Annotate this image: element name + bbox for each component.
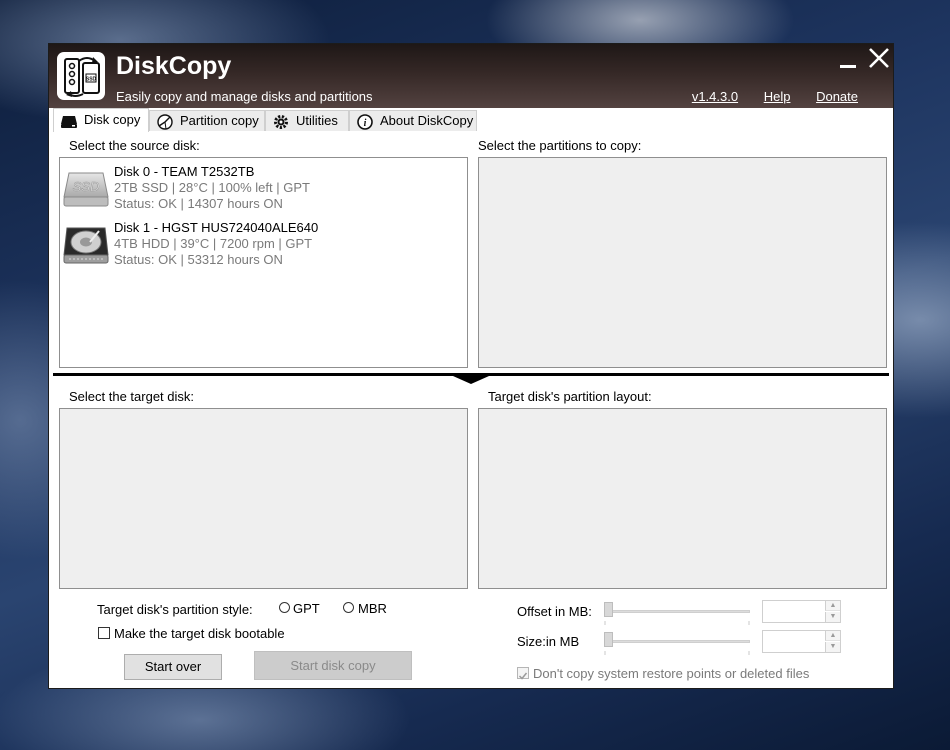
size-slider-thumb[interactable] <box>604 632 613 647</box>
app-logo-icon: SSD <box>57 52 105 100</box>
offset-label: Offset in MB: <box>517 604 592 619</box>
help-link[interactable]: Help <box>764 89 791 104</box>
checkmark-icon <box>518 672 528 680</box>
partition-icon <box>156 114 174 130</box>
size-input[interactable]: ▲ ▼ <box>762 630 841 653</box>
ssd-icon-text: SSD <box>73 179 100 194</box>
tab-disk-copy-label: Disk copy <box>84 112 141 127</box>
mbr-radio[interactable] <box>343 602 354 613</box>
offset-slider[interactable] <box>604 602 750 625</box>
title-links: v1.4.3.0 Help Donate <box>670 89 858 104</box>
tab-about[interactable]: i About DiskCopy <box>349 110 477 131</box>
arrow-down-icon <box>453 376 489 384</box>
diskcopy-window: SSD DiskCopy Easily copy and manage disk… <box>48 43 894 689</box>
target-disk-list[interactable] <box>59 408 468 589</box>
target-disk-label: Select the target disk: <box>69 389 195 404</box>
size-slider[interactable] <box>604 632 750 655</box>
version-link[interactable]: v1.4.3.0 <box>692 89 738 104</box>
partitions-list[interactable] <box>478 157 887 368</box>
target-layout-view[interactable] <box>478 408 887 589</box>
bootable-checkbox-label[interactable]: Make the target disk bootable <box>114 626 285 641</box>
start-over-button[interactable]: Start over <box>124 654 222 680</box>
offset-up-icon[interactable]: ▲ <box>825 601 840 611</box>
offset-input[interactable]: ▲ ▼ <box>762 600 841 623</box>
source-disk-list[interactable]: SSD Disk 0 - TEAM T2532TB 2TB SSD | 28°C… <box>59 157 468 368</box>
size-up-icon[interactable]: ▲ <box>825 631 840 641</box>
disk-copy-panel: Select the source disk: SSD Disk 0 - TEA… <box>53 132 889 686</box>
mbr-radio-label[interactable]: MBR <box>358 601 387 616</box>
gear-icon <box>272 114 290 130</box>
source-disk-label: Select the source disk: <box>69 138 200 153</box>
tab-about-label: About DiskCopy <box>380 113 474 128</box>
ssd-icon: SSD <box>63 169 109 209</box>
info-icon: i <box>356 114 374 130</box>
disk-status: Status: OK | 53312 hours ON <box>114 252 283 267</box>
list-item-disk-1[interactable]: Disk 1 - HGST HUS724040ALE640 4TB HDD | … <box>63 220 463 272</box>
tab-partition-copy-label: Partition copy <box>180 113 259 128</box>
minimize-button[interactable] <box>837 46 861 70</box>
disk-name: Disk 0 - TEAM T2532TB <box>114 164 255 179</box>
tab-disk-copy[interactable]: Disk copy <box>53 108 149 132</box>
close-icon <box>869 48 889 68</box>
partition-style-label: Target disk's partition style: <box>97 602 253 617</box>
gpt-radio-label[interactable]: GPT <box>293 601 320 616</box>
offset-slider-thumb[interactable] <box>604 602 613 617</box>
hdd-icon <box>63 225 109 265</box>
offset-down-icon[interactable]: ▼ <box>825 612 840 622</box>
offset-slider-track <box>604 610 750 613</box>
size-slider-track <box>604 640 750 643</box>
partitions-label: Select the partitions to copy: <box>478 138 642 153</box>
disk-icon <box>60 113 78 129</box>
dont-copy-label[interactable]: Don't copy system restore points or dele… <box>533 666 809 681</box>
minimize-icon <box>840 65 856 68</box>
disk-info: 4TB HDD | 39°C | 7200 rpm | GPT <box>114 236 313 251</box>
start-disk-copy-button[interactable]: Start disk copy <box>254 651 412 680</box>
target-layout-label: Target disk's partition layout: <box>488 389 652 404</box>
app-subtitle: Easily copy and manage disks and partiti… <box>116 89 373 104</box>
donate-link[interactable]: Donate <box>816 89 858 104</box>
disk-info: 2TB SSD | 28°C | 100% left | GPT <box>114 180 310 195</box>
svg-text:i: i <box>364 118 367 129</box>
dont-copy-checkbox[interactable] <box>517 667 529 680</box>
size-label: Size:in MB <box>517 634 580 649</box>
app-title: DiskCopy <box>116 52 232 80</box>
tab-partition-copy[interactable]: Partition copy <box>149 110 265 131</box>
disk-status: Status: OK | 14307 hours ON <box>114 196 283 211</box>
size-down-icon[interactable]: ▼ <box>825 642 840 652</box>
close-button[interactable] <box>867 46 891 70</box>
gpt-radio[interactable] <box>279 602 290 613</box>
title-bar: SSD DiskCopy Easily copy and manage disk… <box>49 44 893 108</box>
list-item-disk-0[interactable]: SSD Disk 0 - TEAM T2532TB 2TB SSD | 28°C… <box>63 164 463 216</box>
disk-name: Disk 1 - HGST HUS724040ALE640 <box>114 220 319 235</box>
app-logo-text: SSD <box>86 77 97 83</box>
tab-utilities-label: Utilities <box>296 113 338 128</box>
bootable-checkbox[interactable] <box>98 627 110 639</box>
tab-utilities[interactable]: Utilities <box>265 110 349 131</box>
